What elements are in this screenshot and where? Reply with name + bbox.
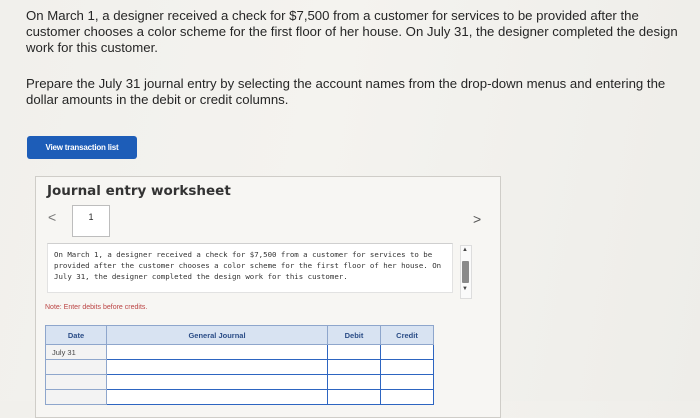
scroll-down-icon[interactable]: ▼: [462, 286, 468, 292]
chevron-left-icon[interactable]: <: [48, 209, 56, 225]
header-debit: Debit: [327, 325, 381, 345]
view-transaction-list-button[interactable]: View transaction list: [27, 136, 137, 159]
account-select[interactable]: [106, 389, 328, 405]
date-cell[interactable]: July 31: [45, 344, 107, 360]
journal-entry-table: Date General Journal Debit Credit July 3…: [45, 325, 434, 405]
question-paragraph-2: Prepare the July 31 journal entry by sel…: [26, 76, 666, 107]
scroll-up-icon[interactable]: ▲: [462, 247, 468, 253]
date-cell[interactable]: [45, 389, 107, 405]
header-date: Date: [45, 325, 107, 345]
credit-input[interactable]: [380, 359, 434, 375]
table-row: [45, 359, 434, 375]
account-select[interactable]: [106, 359, 328, 375]
header-credit: Credit: [380, 325, 434, 345]
debit-input[interactable]: [327, 389, 381, 405]
scroll-thumb[interactable]: [462, 261, 469, 283]
date-cell[interactable]: [45, 374, 107, 390]
credit-input[interactable]: [380, 344, 434, 360]
table-row: July 31: [45, 344, 434, 360]
credit-input[interactable]: [380, 389, 434, 405]
debit-input[interactable]: [327, 374, 381, 390]
worksheet-title: Journal entry worksheet: [47, 183, 231, 199]
date-cell[interactable]: [45, 359, 107, 375]
account-select[interactable]: [106, 344, 328, 360]
question-paragraph-1: On March 1, a designer received a check …: [26, 8, 678, 55]
description-scrollbar[interactable]: ▲ ▼: [460, 245, 472, 299]
account-select[interactable]: [106, 374, 328, 390]
transaction-description: On March 1, a designer received a check …: [47, 243, 453, 293]
journal-entry-worksheet: Journal entry worksheet < 1 > On March 1…: [35, 176, 501, 418]
chevron-right-icon[interactable]: >: [473, 211, 481, 227]
debit-input[interactable]: [327, 344, 381, 360]
debit-input[interactable]: [327, 359, 381, 375]
table-row: [45, 374, 434, 390]
header-general-journal: General Journal: [106, 325, 328, 345]
table-row: [45, 389, 434, 405]
credit-input[interactable]: [380, 374, 434, 390]
worksheet-tab-1[interactable]: 1: [72, 205, 110, 237]
note-text: Note: Enter debits before credits.: [45, 304, 148, 311]
